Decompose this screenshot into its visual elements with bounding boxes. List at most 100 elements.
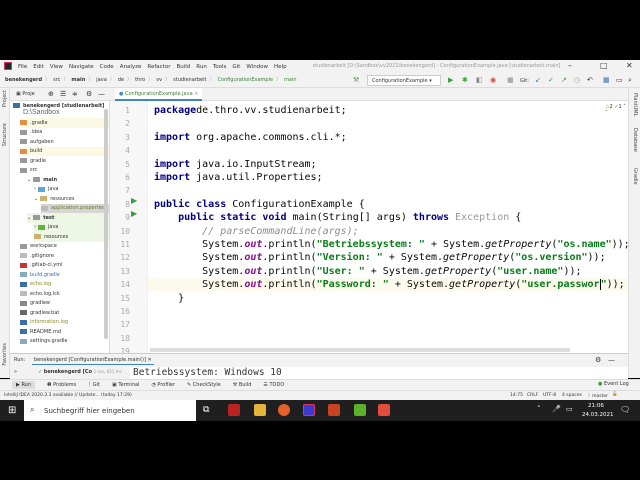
chevron-icon[interactable]: › — [34, 224, 36, 230]
favorites-tool-button[interactable]: Favorites — [2, 343, 8, 366]
breadcrumb-item[interactable]: de — [118, 77, 124, 83]
search-everywhere-icon[interactable]: ⌕ — [628, 76, 632, 85]
tree-item[interactable]: ⌄ test — [27, 213, 109, 223]
tree-item[interactable]: settings.gradle — [20, 337, 109, 347]
history-icon[interactable]: ◷ — [574, 76, 580, 84]
menu-analyze[interactable]: Analyze — [120, 64, 142, 70]
code-line[interactable]: import java.util.Properties; — [154, 171, 323, 184]
tree-item[interactable]: echo.log — [20, 280, 109, 290]
camtasia-green-icon[interactable] — [354, 404, 366, 416]
tree-item[interactable]: gradlew.bat — [20, 308, 109, 318]
tool-tab-problems[interactable]: ❶ Problems — [47, 382, 76, 388]
task-view-icon[interactable]: ⧉ — [203, 405, 209, 415]
microphone-icon[interactable]: 🎤 — [552, 405, 561, 413]
code-line[interactable]: public static void main(String[] args) t… — [154, 211, 521, 224]
file-explorer-icon[interactable] — [254, 404, 266, 416]
menu-navigate[interactable]: Navigate — [69, 64, 94, 70]
tree-item[interactable]: src — [20, 166, 109, 176]
clock-date[interactable]: 24.03.2021 — [582, 412, 614, 418]
tool-tab-build[interactable]: ⚒ Build — [233, 382, 252, 388]
tab-configurationexample[interactable]: ● ConfigurationExample.java ✕ — [115, 88, 203, 101]
plantuml-tool-button[interactable]: PlantUML — [632, 93, 638, 116]
git-branch[interactable]: ᚴ master — [588, 393, 608, 399]
project-tool-button[interactable]: Project — [2, 90, 8, 107]
tree-item[interactable]: build — [20, 146, 109, 156]
close-tab-icon[interactable]: ✕ — [194, 91, 198, 97]
chevron-icon[interactable]: ⌄ — [27, 215, 31, 221]
breadcrumb-item[interactable]: src — [53, 77, 60, 83]
run-configuration-select[interactable]: ConfigurationExample ▾ — [367, 75, 441, 86]
project-view-selector[interactable]: ▣ Proje — [16, 91, 35, 97]
code-line[interactable]: // parseCommandLine(args); — [154, 225, 359, 238]
code-line[interactable]: System.out.println("Password: " + System… — [154, 278, 625, 291]
tree-item[interactable]: .gitignore — [20, 251, 109, 261]
tree-item[interactable]: ⌄ main — [27, 175, 109, 185]
run-icon[interactable]: ▶ — [448, 76, 453, 84]
intellij-icon[interactable] — [303, 404, 315, 416]
windows-start-icon[interactable]: ⊞ — [8, 405, 16, 416]
expand-icon[interactable]: » — [14, 369, 17, 375]
hide-icon[interactable]: — — [98, 90, 105, 98]
tool-tab-profiler[interactable]: ◔ Profiler — [151, 382, 175, 388]
close-button[interactable]: ✕ — [626, 61, 633, 70]
tool-tab-checkstyle[interactable]: ✎ CheckStyle — [187, 382, 221, 388]
gear-icon[interactable]: ⚙ — [595, 356, 601, 364]
update-message[interactable]: IntelliJ IDEA 2020.3.3 available // Upda… — [4, 393, 132, 398]
lock-icon[interactable]: 🔓 — [612, 392, 618, 397]
code-line[interactable]: public class ConfigurationExample { — [154, 198, 365, 211]
tree-item[interactable]: resources — [34, 232, 109, 242]
tree-item[interactable]: .gradle — [20, 118, 109, 128]
breadcrumb-item[interactable]: ConfigurationExample — [217, 77, 273, 83]
git-push-icon[interactable]: ↗ — [561, 76, 567, 84]
menu-file[interactable]: File — [18, 64, 27, 70]
coverage-icon[interactable]: ◧ — [476, 76, 483, 84]
inspection-widget[interactable]: ⚠2 ✓1 ˄ ˅ — [605, 104, 628, 116]
presentation-icon[interactable]: ▭ — [616, 76, 623, 84]
run-tab[interactable]: benekengerd [ConfigurationExample.main()… — [32, 356, 154, 365]
menu-git[interactable]: Git — [232, 64, 240, 70]
code-line[interactable]: } — [154, 292, 184, 305]
menu-run[interactable]: Run — [196, 64, 207, 70]
notifications-icon[interactable]: 🗨 — [620, 405, 630, 414]
breadcrumb-item[interactable]: vv — [156, 77, 162, 83]
maximize-button[interactable]: □ — [600, 61, 608, 70]
app-icon[interactable] — [228, 404, 240, 416]
menu-refactor[interactable]: Refactor — [147, 64, 170, 70]
horizontal-scrollbar[interactable] — [150, 348, 570, 352]
database-tool-button[interactable]: Database — [632, 128, 638, 152]
taskbar-search[interactable]: ⌕ Suchbegriff hier eingeben — [24, 400, 196, 421]
run-tree-item[interactable]: ✓ benekengerd [Co 1 sec, 621 ms — [38, 369, 122, 375]
gradle-tool-button[interactable]: Gradle — [632, 168, 638, 185]
run-class-icon[interactable]: ▶ — [131, 196, 137, 205]
breadcrumb-item[interactable]: java — [96, 77, 106, 83]
menu-edit[interactable]: Edit — [33, 64, 44, 70]
code-line[interactable]: System.out.println("Version: " + System.… — [154, 251, 605, 264]
menu-build[interactable]: Build — [176, 64, 190, 70]
menu-code[interactable]: Code — [100, 64, 114, 70]
tree-item[interactable]: build.gradle — [20, 270, 109, 280]
project-structure-icon[interactable]: ▦ — [603, 76, 610, 84]
breadcrumb-item[interactable]: main — [71, 77, 85, 83]
tree-item[interactable]: .idea — [20, 128, 109, 138]
chevron-icon[interactable]: ⌄ — [34, 196, 38, 202]
tree-item[interactable]: information.log — [20, 318, 109, 328]
minimize-button[interactable]: – — [568, 61, 572, 70]
tool-tab-git[interactable]: ᚴ Git — [88, 382, 100, 388]
tree-item[interactable]: application.properties — [41, 203, 109, 213]
profile-icon[interactable]: ◉ — [490, 76, 496, 84]
chevron-icon[interactable]: ⌄ — [27, 177, 31, 183]
tree-item[interactable]: aufgaben — [20, 137, 109, 147]
code-line[interactable]: import org.apache.commons.cli.*; — [154, 131, 347, 144]
clock-time[interactable]: 21:06 — [588, 403, 604, 409]
tree-item[interactable]: › java — [34, 185, 109, 195]
tree-item[interactable]: gradle — [20, 156, 109, 166]
structure-tool-button[interactable]: Structure — [2, 123, 8, 146]
menu-help[interactable]: Help — [274, 64, 287, 70]
firefox-icon[interactable] — [278, 404, 290, 416]
menu-tools[interactable]: Tools — [213, 64, 227, 70]
build-hammer-icon[interactable]: ⚒ — [353, 76, 359, 84]
console-output[interactable]: Betriebssystem: Windows 10 — [130, 367, 628, 379]
stop-icon[interactable]: ■ — [507, 76, 514, 84]
powerpoint-icon[interactable] — [328, 404, 340, 416]
code-line[interactable]: packagede.thro.vv.studienarbeit; — [154, 104, 347, 117]
